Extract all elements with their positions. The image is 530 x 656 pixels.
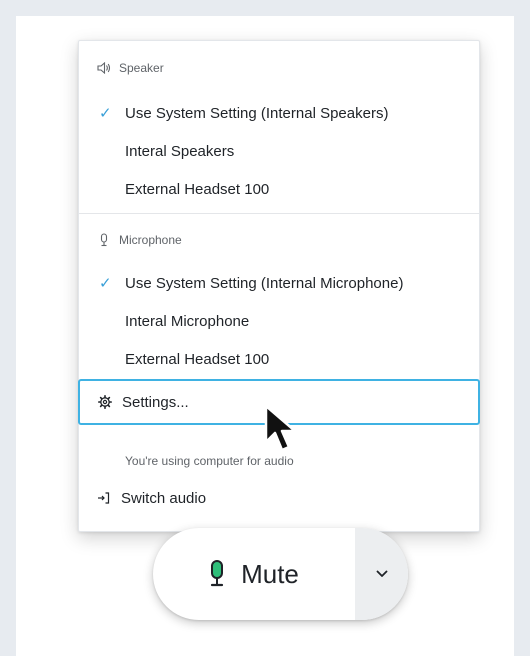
gear-icon <box>98 395 112 409</box>
microphone-option-label: Interal Microphone <box>125 312 250 330</box>
speaker-option-internal[interactable]: Interal Speakers <box>79 133 479 169</box>
speaker-icon <box>97 62 111 74</box>
microphone-option-label: External Headset 100 <box>125 350 270 368</box>
microphone-option-label: Use System Setting (Internal Microphone) <box>125 274 404 292</box>
microphone-option-system[interactable]: ✓ Use System Setting (Internal Microphon… <box>79 265 479 301</box>
mute-label: Mute <box>241 558 299 589</box>
switch-audio-item[interactable]: Switch audio <box>79 482 479 514</box>
speaker-option-label: External Headset 100 <box>125 180 270 198</box>
speaker-option-label: Interal Speakers <box>125 142 235 160</box>
microphone-option-internal[interactable]: Interal Microphone <box>79 303 479 339</box>
checkmark-icon: ✓ <box>99 105 112 122</box>
speaker-option-headset[interactable]: External Headset 100 <box>79 171 479 207</box>
speaker-header-label: Speaker <box>119 61 164 75</box>
mute-button[interactable]: Mute <box>153 528 355 620</box>
chevron-down-icon <box>376 570 387 577</box>
microphone-header-label: Microphone <box>119 233 182 247</box>
speaker-option-system[interactable]: ✓ Use System Setting (Internal Speakers) <box>79 95 479 131</box>
mute-control: Mute <box>153 528 408 620</box>
settings-label: Settings... <box>122 393 189 411</box>
speaker-option-label: Use System Setting (Internal Speakers) <box>125 104 389 122</box>
mouse-cursor-icon <box>264 404 297 452</box>
switch-audio-icon <box>98 492 110 504</box>
audio-info-text: You're using computer for audio <box>125 454 294 468</box>
switch-audio-label: Switch audio <box>121 489 207 507</box>
microphone-option-headset[interactable]: External Headset 100 <box>79 341 479 377</box>
microphone-icon <box>210 560 224 587</box>
speaker-section-header: Speaker <box>97 61 164 75</box>
audio-menu: Speaker ✓ Use System Setting (Internal S… <box>78 40 480 532</box>
microphone-small-icon <box>100 233 108 247</box>
audio-options-dropdown-button[interactable] <box>355 528 408 620</box>
microphone-section-header: Microphone <box>97 233 182 247</box>
checkmark-icon: ✓ <box>99 275 112 292</box>
section-divider <box>79 213 479 214</box>
